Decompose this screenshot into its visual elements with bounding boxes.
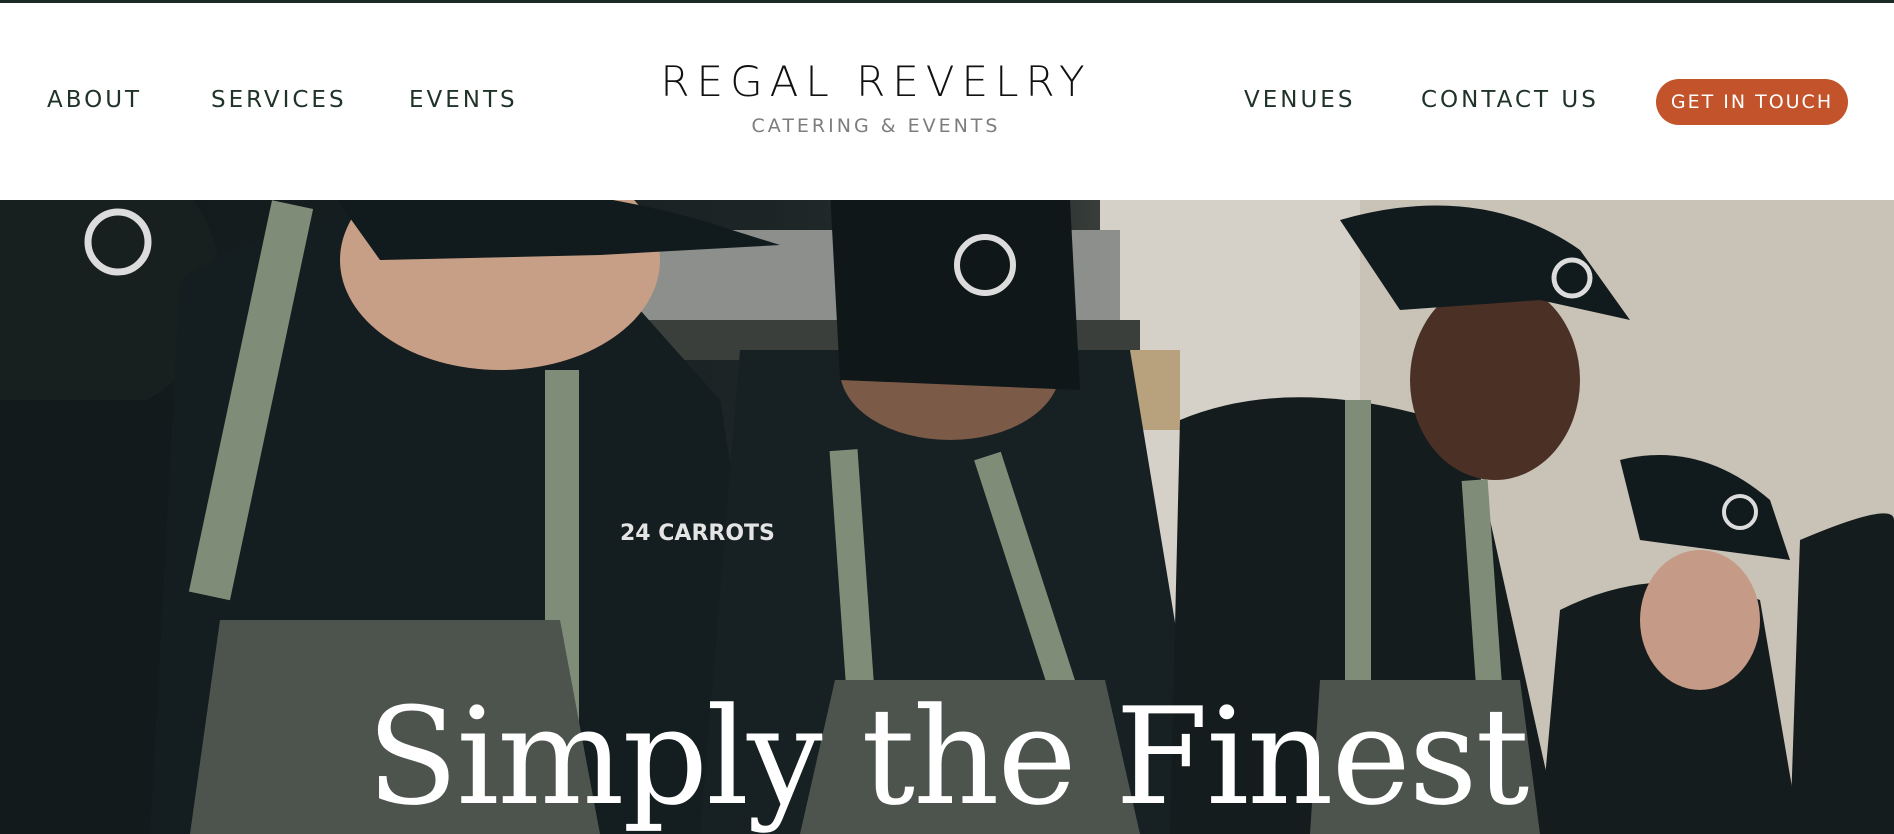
- hero-section: 24 CARROTS Simply the Finest: [0, 200, 1894, 834]
- site-header: ABOUT SERVICES EVENTS REGAL REVELRY CATE…: [0, 3, 1894, 200]
- nav-link-venues[interactable]: VENUES: [1244, 87, 1355, 113]
- get-in-touch-button[interactable]: GET IN TOUCH: [1656, 79, 1848, 125]
- nav-link-contact-us[interactable]: CONTACT US: [1421, 87, 1599, 113]
- nav-link-about[interactable]: ABOUT: [47, 87, 142, 113]
- nav-link-events[interactable]: EVENTS: [409, 87, 518, 113]
- nav-link-services[interactable]: SERVICES: [211, 87, 347, 113]
- brand-name: REGAL REVELRY: [660, 57, 1092, 106]
- shirt-logo: 24 CARROTS: [620, 521, 775, 546]
- hero-title: Simply the Finest: [366, 679, 1530, 834]
- brand-tagline: CATERING & EVENTS: [751, 115, 1001, 137]
- brand-logo[interactable]: REGAL REVELRY CATERING & EVENTS: [640, 57, 1112, 138]
